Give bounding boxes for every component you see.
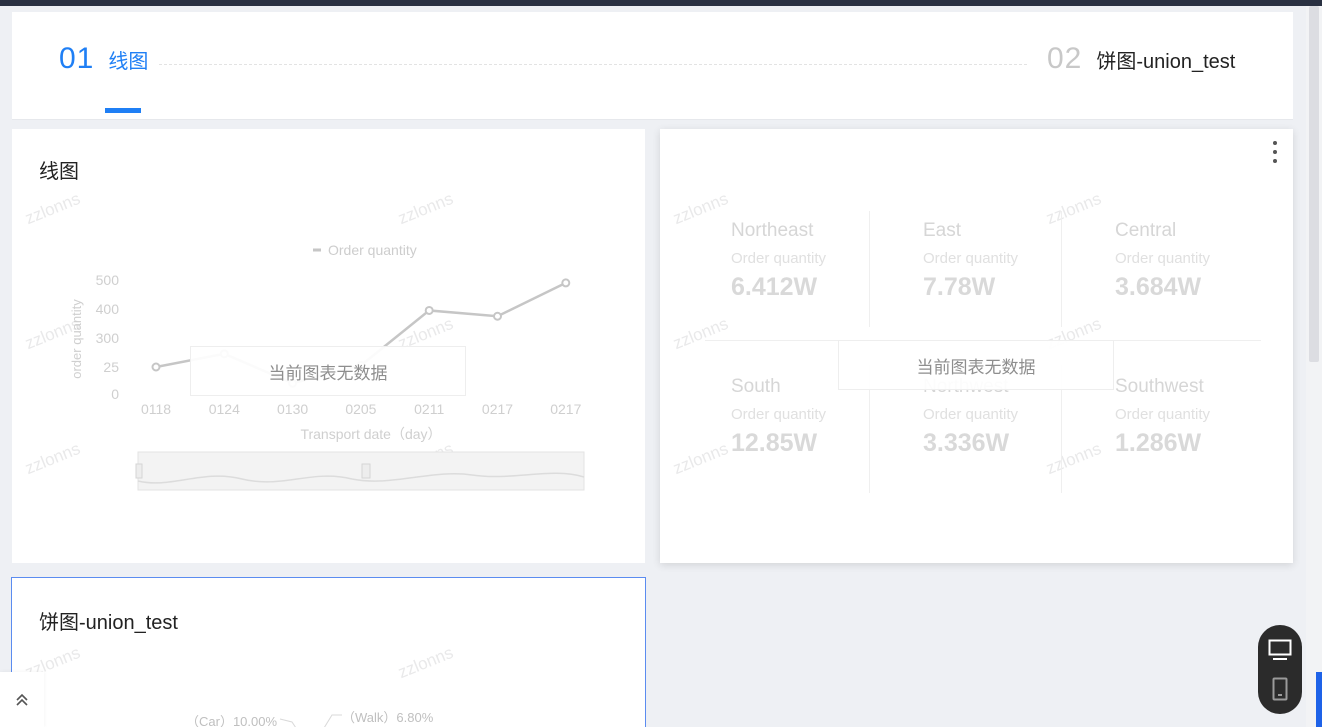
zoom-slider-track: [137, 451, 585, 491]
tab-line-chart[interactable]: 01 线图: [59, 42, 148, 76]
stat-region: Central: [1115, 220, 1177, 241]
data-point: [151, 362, 161, 372]
data-point: [493, 311, 502, 321]
x-axis-label: Transport date（day）: [300, 426, 441, 442]
stat-label: Order quantity: [731, 250, 827, 267]
region-stats-card: zzlonns zzlonns zzlonns zzlonns zzlonns …: [660, 129, 1293, 563]
back-to-top-button[interactable]: [0, 672, 44, 727]
scrollbar[interactable]: [1306, 6, 1322, 727]
monitor-icon[interactable]: [1265, 635, 1295, 665]
y-tick-label: 25: [103, 359, 119, 375]
watermark: zzlonns: [670, 313, 731, 354]
device-switch: [1258, 625, 1302, 714]
stat-region: Northeast: [731, 220, 814, 241]
zoom-slider-handle-left: [135, 463, 143, 479]
double-chevron-up-icon: [16, 693, 28, 706]
stat-label: Order quantity: [731, 406, 827, 423]
data-point: [561, 278, 571, 288]
y-tick-label: 300: [96, 330, 120, 346]
y-tick-label: 0: [111, 386, 119, 402]
stat-southwest: Southwest Order quantity 1.286W: [1115, 376, 1293, 458]
data-point: [424, 305, 434, 315]
tab-label: 饼图-union_test: [1096, 51, 1236, 73]
active-tab-indicator: [105, 108, 141, 113]
tab-label: 线图: [108, 51, 149, 73]
no-data-message: 当前图表无数据: [190, 346, 466, 396]
y-tick-label: 400: [96, 301, 120, 317]
stat-value: 3.336W: [923, 429, 1010, 457]
stat-region: East: [923, 220, 962, 241]
pie-chart-card[interactable]: 饼图-union_test zzlonns zzlonns （Car）10.00…: [11, 577, 646, 727]
stat-east: East Order quantity 7.78W: [923, 220, 1113, 302]
stat-value: 3.684W: [1115, 273, 1202, 301]
pie-leader-lines: [279, 714, 342, 727]
x-tick-label: 0130: [277, 401, 308, 417]
no-data-message: 当前图表无数据: [838, 340, 1114, 390]
zoom-slider-handle-right: [361, 463, 371, 479]
y-axis-label: order quantity: [69, 299, 84, 379]
line-chart-card: 线图 zzlonns zzlonns zzlonns zzlonns zzlon…: [12, 129, 645, 563]
tab-number: 02: [1047, 42, 1083, 75]
stat-label: Order quantity: [1115, 250, 1211, 267]
stat-region: Southwest: [1115, 376, 1204, 397]
stat-label: Order quantity: [1115, 406, 1211, 423]
tab-divider-line: [159, 64, 1027, 65]
phone-icon[interactable]: [1265, 674, 1295, 704]
x-tick-label: 0211: [414, 401, 444, 417]
stat-central: Central Order quantity 3.684W: [1115, 220, 1293, 302]
stat-label: Order quantity: [923, 406, 1019, 423]
x-tick-label: 0217: [482, 401, 513, 417]
step-tabs: 01 线图 02 饼图-union_test: [12, 12, 1293, 120]
watermark: zzlonns: [670, 188, 731, 229]
x-tick-label: 0124: [209, 401, 240, 417]
x-tick-label: 0118: [141, 401, 171, 417]
watermark: zzlonns: [670, 438, 731, 479]
stat-label: Order quantity: [923, 250, 1019, 267]
stat-value: 1.286W: [1115, 429, 1202, 457]
x-tick-label: 0205: [345, 401, 376, 417]
stat-value: 6.412W: [731, 273, 818, 301]
top-bar: [0, 0, 1322, 6]
stat-value: 12.85W: [731, 429, 818, 457]
more-options-icon[interactable]: [1271, 141, 1279, 163]
scrollbar-thumb[interactable]: [1309, 6, 1319, 362]
tab-number: 01: [59, 42, 95, 75]
tab-pie-union-test[interactable]: 02 饼图-union_test: [1047, 42, 1235, 76]
stat-northeast: Northeast Order quantity 6.412W: [731, 220, 921, 302]
y-tick-label: 500: [96, 272, 120, 288]
legend-label: Order quantity: [328, 242, 417, 258]
x-tick-label: 0217: [550, 401, 581, 417]
side-accent: [1316, 672, 1322, 727]
stat-value: 7.78W: [923, 273, 996, 301]
